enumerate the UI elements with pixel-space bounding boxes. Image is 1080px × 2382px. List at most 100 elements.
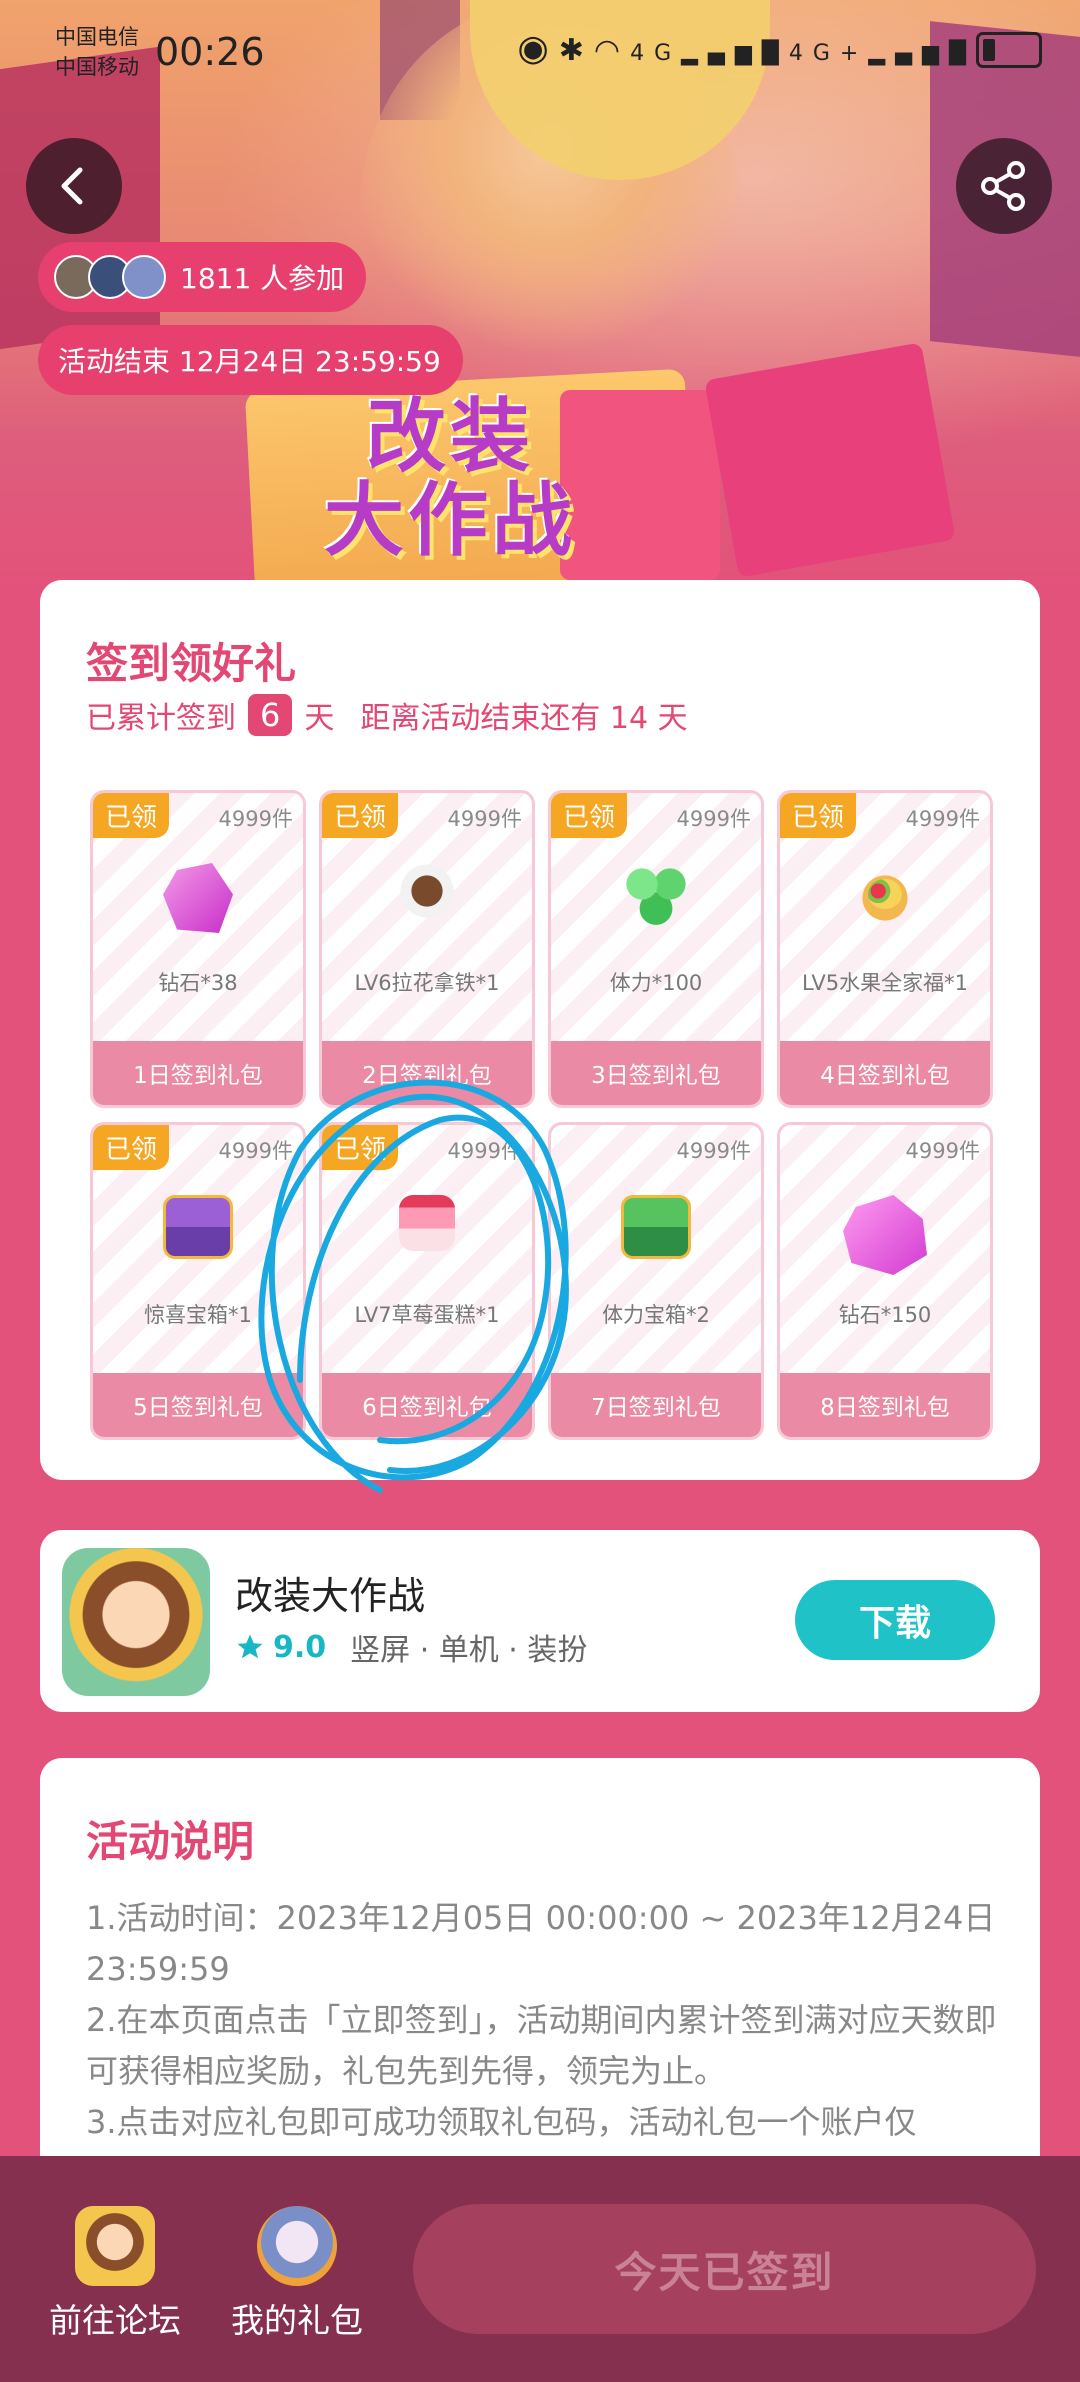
claimed-badge: 已领 xyxy=(780,793,857,838)
gift-day-label: 1日签到礼包 xyxy=(93,1041,303,1105)
gift-day-label: 5日签到礼包 xyxy=(93,1373,303,1437)
clover-icon xyxy=(621,863,691,933)
remaining-days: 距离活动结束还有 14 天 xyxy=(360,701,688,736)
gift-name: LV5水果全家福*1 xyxy=(802,971,968,995)
back-button[interactable] xyxy=(26,138,122,234)
gift-quantity: 4999件 xyxy=(676,1139,751,1163)
green-chest-icon xyxy=(621,1195,691,1259)
forum-label: 前往论坛 xyxy=(49,2301,181,2340)
wifi-icon: ◠ xyxy=(593,33,631,68)
gift-name: LV6拉花拿铁*1 xyxy=(354,971,500,995)
status-bar: 中国电信 中国移动 00:26 ◉✱◠4G▂▄▆█4G+▂▄▆█ xyxy=(0,0,1080,110)
share-button[interactable] xyxy=(956,138,1052,234)
signal-4g-icon: 4G▂▄▆█ xyxy=(630,41,789,66)
gem-icon xyxy=(163,863,233,933)
bluetooth-icon: ✱ xyxy=(558,33,594,68)
gift-card-day-2[interactable]: 已领 4999件 LV6拉花拿铁*1 2日签到礼包 xyxy=(319,790,535,1108)
carrier-info: 中国电信 中国移动 xyxy=(55,22,139,82)
fruit-tart-icon xyxy=(850,863,920,933)
description-line: 1.活动时间：2023年12月05日 00:00:00 ~ 2023年12月24… xyxy=(86,1899,996,1988)
app-card[interactable]: 改装大作战 9.0 竖屏 · 单机 · 装扮 下载 xyxy=(40,1530,1040,1712)
avatar xyxy=(122,255,166,299)
gift-card-day-6[interactable]: 已领 4999件 LV7草莓蛋糕*1 6日签到礼包 xyxy=(319,1122,535,1440)
app-rating: 9.0 xyxy=(235,1630,326,1665)
gem-icon xyxy=(843,1195,927,1275)
gift-name: 体力宝箱*2 xyxy=(602,1303,710,1327)
participants-count: 1811 人参加 xyxy=(180,262,345,295)
download-button[interactable]: 下载 xyxy=(795,1580,995,1660)
gift-quantity: 4999件 xyxy=(218,1139,293,1163)
bottom-bar: 前往论坛 我的礼包 今天已签到 xyxy=(0,2156,1080,2382)
gift-card-day-4[interactable]: 已领 4999件 LV5水果全家福*1 4日签到礼包 xyxy=(777,790,993,1108)
game-logo: 改装 大作战 xyxy=(290,395,610,563)
claimed-badge: 已领 xyxy=(322,793,399,838)
game-logo-line1: 改装 xyxy=(366,390,534,483)
gift-card-day-8[interactable]: 4999件钻石*150 8日签到礼包 xyxy=(777,1122,993,1440)
end-time-pill: 活动结束 12月24日 23:59:59 xyxy=(38,325,463,395)
app-name: 改装大作战 xyxy=(235,1574,426,1618)
gift-card-day-1[interactable]: 已领 4999件钻石*38 1日签到礼包 xyxy=(90,790,306,1108)
signin-days-badge: 6 xyxy=(248,694,293,736)
coffee-icon xyxy=(392,863,462,933)
participants-pill: 1811 人参加 xyxy=(38,242,367,312)
gift-day-label: 2日签到礼包 xyxy=(322,1041,532,1105)
gift-day-label: 4日签到礼包 xyxy=(780,1041,990,1105)
gift-quantity: 4999件 xyxy=(676,807,751,831)
battery-icon xyxy=(976,32,1042,68)
participant-avatars xyxy=(54,255,166,299)
signal-4g-icon: 4G+▂▄▆█ xyxy=(788,41,976,66)
gift-name: 体力*100 xyxy=(609,971,703,995)
gift-day-label: 3日签到礼包 xyxy=(551,1041,761,1105)
gift-quantity: 4999件 xyxy=(447,1139,522,1163)
status-icons: ◉✱◠4G▂▄▆█4G+▂▄▆█ xyxy=(517,28,1042,69)
carrier-1: 中国电信 xyxy=(55,25,139,49)
my-gifts-nav-button[interactable]: 我的礼包 xyxy=(222,2206,372,2342)
signin-title: 签到领好礼 xyxy=(86,639,297,688)
gift-name: LV7草莓蛋糕*1 xyxy=(354,1303,500,1327)
eye-icon: ◉ xyxy=(517,28,559,69)
gift-day-label: 6日签到礼包 xyxy=(322,1373,532,1437)
description-line: 3.点击对应礼包即可成功领取礼包码，活动礼包一个账户仅 xyxy=(86,2103,917,2141)
claimed-badge: 已领 xyxy=(551,793,628,838)
gift-card-day-5[interactable]: 已领 4999件惊喜宝箱*1 5日签到礼包 xyxy=(90,1122,306,1440)
cake-icon xyxy=(399,1195,455,1251)
gift-quantity: 4999件 xyxy=(905,1139,980,1163)
gift-quantity: 4999件 xyxy=(218,807,293,831)
gift-name: 钻石*38 xyxy=(158,971,238,995)
chest-icon xyxy=(163,1195,233,1259)
signin-prefix: 已累计签到 xyxy=(86,701,236,736)
gift-day-label: 7日签到礼包 xyxy=(551,1373,761,1437)
claimed-badge: 已领 xyxy=(93,1125,170,1170)
my-gifts-icon xyxy=(257,2206,337,2286)
signin-progress: 已累计签到 6 天 距离活动结束还有 14 天 xyxy=(86,693,688,737)
share-icon xyxy=(981,161,1025,211)
app-tags: 竖屏 · 单机 · 装扮 xyxy=(350,1633,588,1668)
end-time-text: 活动结束 12月24日 23:59:59 xyxy=(58,345,441,378)
app-icon[interactable] xyxy=(62,1548,210,1696)
gift-quantity: 4999件 xyxy=(905,807,980,831)
gift-quantity: 4999件 xyxy=(447,807,522,831)
gift-card-day-7[interactable]: 4999件体力宝箱*2 7日签到礼包 xyxy=(548,1122,764,1440)
gift-name: 惊喜宝箱*1 xyxy=(144,1303,252,1327)
claimed-badge: 已领 xyxy=(93,793,170,838)
shopping-bag-icon xyxy=(704,342,956,578)
gift-name: 钻石*150 xyxy=(838,1303,932,1327)
app-meta: 9.0 竖屏 · 单机 · 装扮 xyxy=(235,1625,587,1669)
signin-card: 签到领好礼 已累计签到 6 天 距离活动结束还有 14 天 已领 4999件 钻石*… xyxy=(40,580,1040,1480)
description-body: 1.活动时间：2023年12月05日 00:00:00 ~ 2023年12月24… xyxy=(86,1893,1000,2148)
gift-day-label: 8日签到礼包 xyxy=(780,1373,990,1437)
description-line: 2.在本页面点击「立即签到」，活动期间内累计签到满对应天数即可获得相应奖励，礼包… xyxy=(86,2001,997,2090)
forum-nav-button[interactable]: 前往论坛 xyxy=(40,2206,190,2342)
gift-card-day-3[interactable]: 已领 4999件体力*100 3日签到礼包 xyxy=(548,790,764,1108)
claimed-badge: 已领 xyxy=(322,1125,399,1170)
my-gifts-label: 我的礼包 xyxy=(231,2301,363,2340)
signed-today-button[interactable]: 今天已签到 xyxy=(413,2204,1036,2334)
carrier-2: 中国移动 xyxy=(55,55,139,79)
star-icon xyxy=(237,1634,263,1659)
clock: 00:26 xyxy=(155,30,265,74)
signin-suffix: 天 xyxy=(304,701,335,736)
game-logo-line2: 大作战 xyxy=(324,474,576,567)
chevron-left-icon xyxy=(61,167,83,205)
description-title: 活动说明 xyxy=(86,1817,255,1866)
forum-icon xyxy=(75,2206,155,2286)
